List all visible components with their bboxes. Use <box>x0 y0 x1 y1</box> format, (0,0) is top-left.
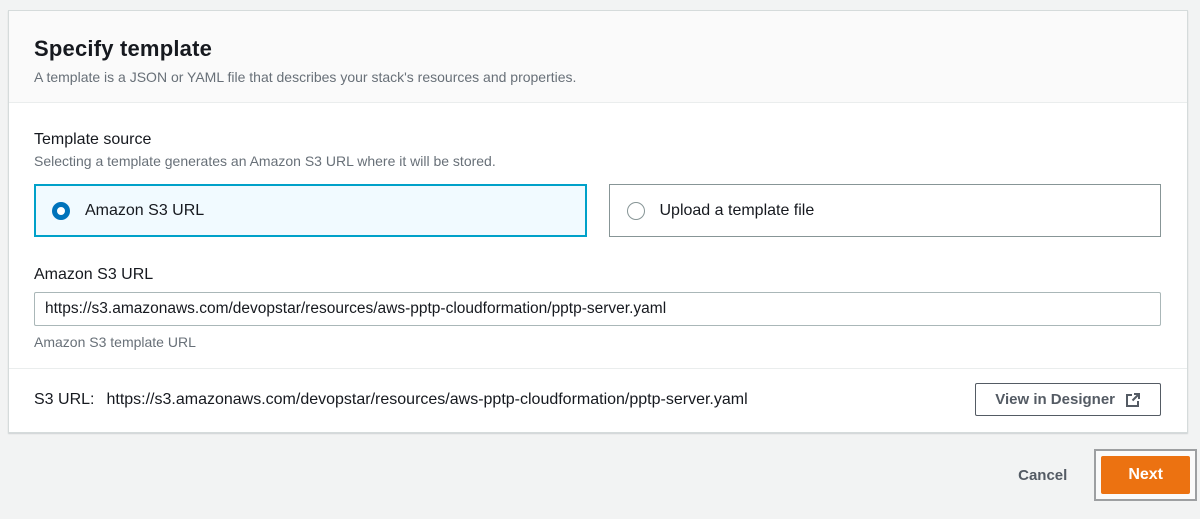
option-upload-template-file-label: Upload a template file <box>660 202 815 220</box>
external-link-icon <box>1125 392 1141 408</box>
view-in-designer-label: View in Designer <box>995 391 1115 408</box>
s3-summary-label: S3 URL: <box>34 391 94 408</box>
specify-template-panel: Specify template A template is a JSON or… <box>8 10 1188 433</box>
panel-header: Specify template A template is a JSON or… <box>9 11 1187 103</box>
radio-unselected-icon[interactable] <box>627 202 645 220</box>
radio-selected-icon[interactable] <box>52 202 70 220</box>
s3-url-field-group: Amazon S3 URL Amazon S3 template URL <box>34 266 1161 350</box>
next-button[interactable]: Next <box>1101 456 1190 494</box>
template-source-section: Template source Selecting a template gen… <box>34 131 1161 237</box>
option-upload-template-file[interactable]: Upload a template file <box>609 184 1162 237</box>
template-source-description: Selecting a template generates an Amazon… <box>34 153 1161 169</box>
wizard-footer: Cancel Next <box>0 449 1197 501</box>
option-amazon-s3-url[interactable]: Amazon S3 URL <box>34 184 587 237</box>
page-subtitle: A template is a JSON or YAML file that d… <box>34 69 1163 85</box>
option-amazon-s3-url-label: Amazon S3 URL <box>85 202 204 220</box>
view-in-designer-button[interactable]: View in Designer <box>975 383 1161 416</box>
s3-url-input[interactable] <box>34 292 1161 326</box>
s3-url-field-hint: Amazon S3 template URL <box>34 334 1161 350</box>
s3-summary-row: S3 URL: https://s3.amazonaws.com/devopsta… <box>34 369 1161 432</box>
s3-url-field-label: Amazon S3 URL <box>34 266 153 283</box>
page-title: Specify template <box>34 36 1163 62</box>
template-source-label: Template source <box>34 131 1161 149</box>
s3-summary-text: S3 URL: https://s3.amazonaws.com/devopsta… <box>34 391 748 409</box>
next-button-highlight-box: Next <box>1094 449 1197 501</box>
panel-body: Template source Selecting a template gen… <box>9 103 1187 432</box>
cancel-button[interactable]: Cancel <box>1018 467 1067 484</box>
template-source-options: Amazon S3 URL Upload a template file <box>34 184 1161 237</box>
s3-summary-url: https://s3.amazonaws.com/devopstar/resou… <box>106 391 747 408</box>
